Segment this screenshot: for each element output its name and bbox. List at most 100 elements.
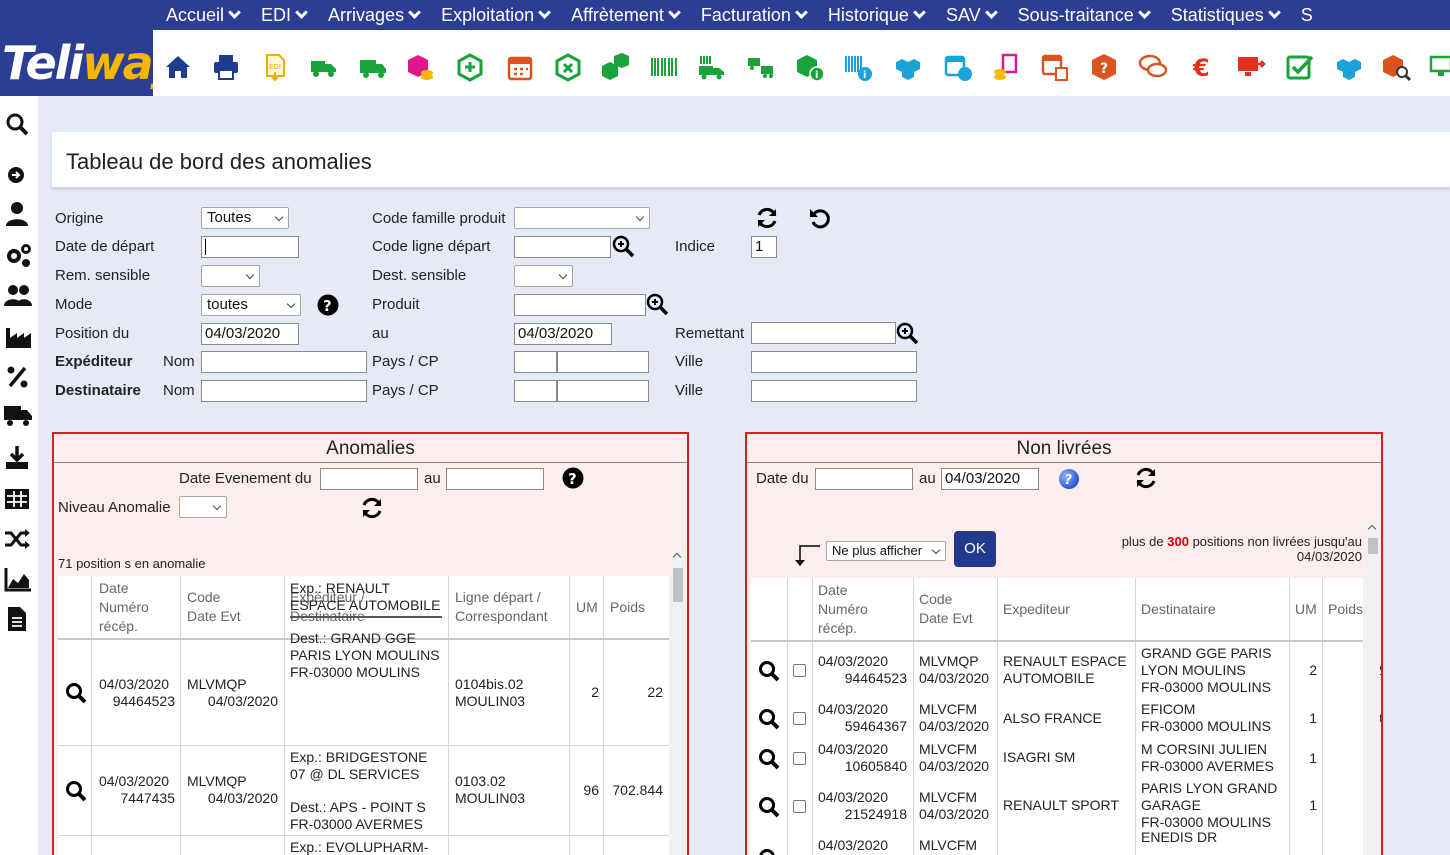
document-icon[interactable] [4, 606, 32, 632]
remettant-input[interactable] [751, 322, 896, 344]
menu-accueil[interactable]: Accueil [166, 0, 241, 30]
chat-icon[interactable] [1138, 52, 1168, 82]
teliway-logo[interactable]: Teli way [0, 30, 180, 96]
col-date-header[interactable]: Date Numéro récép. [99, 579, 149, 636]
exp-ville-input[interactable] [751, 351, 917, 373]
date-evenement-du-input[interactable] [320, 468, 418, 490]
box-question-icon[interactable]: ? [1089, 52, 1119, 82]
col-exp-header[interactable]: Expediteur [1003, 600, 1070, 619]
menu-facturation[interactable]: Facturation [701, 0, 808, 30]
factory-icon[interactable] [4, 324, 32, 350]
home-icon[interactable] [163, 52, 193, 82]
boxes-blue-icon[interactable] [893, 52, 923, 82]
help-icon[interactable]: ? [317, 294, 339, 316]
code-ligne-input[interactable] [514, 236, 611, 258]
table-icon[interactable] [4, 486, 32, 512]
truck-icon[interactable] [358, 52, 388, 82]
boxes-move-icon[interactable] [600, 52, 630, 82]
users-icon[interactable] [4, 282, 32, 308]
box-info-icon[interactable]: i [795, 52, 825, 82]
row-checkbox[interactable] [793, 800, 806, 813]
menu-arrivages[interactable]: Arrivages [328, 0, 421, 30]
row-checkbox[interactable] [793, 752, 806, 765]
exp-nom-input[interactable] [201, 351, 367, 373]
menu-edi[interactable]: EDI [261, 0, 308, 30]
truck-double-icon[interactable] [309, 52, 339, 82]
checkbox-icon[interactable] [1285, 52, 1315, 82]
monitor-icon[interactable] [1429, 52, 1450, 82]
gears-icon[interactable] [4, 242, 32, 268]
exp-cp-input[interactable] [557, 351, 649, 373]
help-icon[interactable]: ? [562, 467, 584, 489]
arrow-circle-icon[interactable] [4, 162, 32, 188]
trucks-icon[interactable] [746, 52, 776, 82]
download-icon[interactable] [4, 444, 32, 470]
euro-icon[interactable]: € [1187, 52, 1217, 82]
menu-historique[interactable]: Historique [828, 0, 926, 30]
monitor-arrow-icon[interactable] [1236, 52, 1266, 82]
col-dest-header[interactable]: Destinataire [1141, 600, 1216, 619]
calendar-icon[interactable] [505, 52, 535, 82]
edi-icon[interactable]: EDI [260, 52, 290, 82]
refresh-icon[interactable] [755, 206, 779, 230]
barcode-info-icon[interactable]: i [843, 52, 873, 82]
col-poids-header[interactable]: Poids [1328, 600, 1363, 619]
box-x-icon[interactable] [553, 52, 583, 82]
col-date-header[interactable]: Date Numéro récép. [818, 581, 868, 638]
search-icon[interactable] [4, 112, 32, 138]
col-ligne-header[interactable]: Ligne départ / Correspondant [455, 588, 548, 626]
dest-cp-input[interactable] [557, 380, 649, 402]
zoom-search-icon[interactable] [612, 235, 636, 259]
zoom-search-icon[interactable] [646, 293, 670, 317]
col-code-header[interactable]: Code Date Evt [919, 590, 973, 628]
row-checkbox[interactable] [793, 664, 806, 677]
col-um-header[interactable]: UM [1295, 600, 1317, 619]
search-icon[interactable] [758, 748, 780, 770]
coins-doc-icon[interactable] [991, 52, 1021, 82]
search-icon[interactable] [758, 708, 780, 730]
search-icon[interactable] [65, 780, 87, 802]
menu-sav[interactable]: SAV [946, 0, 998, 30]
box-plus-icon[interactable] [455, 52, 485, 82]
col-code-header[interactable]: Code Date Evt [187, 588, 241, 626]
indice-input[interactable]: 1 [751, 236, 777, 258]
menu-sous-traitance[interactable]: Sous-traitance [1018, 0, 1151, 30]
percent-icon[interactable] [4, 364, 32, 390]
box-search-icon[interactable] [1381, 52, 1411, 82]
truck-icon[interactable] [4, 402, 32, 428]
dest-nom-input[interactable] [201, 380, 367, 402]
code-famille-select[interactable] [514, 207, 650, 229]
truck-barcode-icon[interactable] [697, 52, 727, 82]
exp-pays-input[interactable] [514, 351, 557, 373]
row-checkbox[interactable] [793, 712, 806, 725]
dest-sensible-select[interactable] [514, 265, 573, 287]
au-input[interactable]: 04/03/2020 [514, 323, 612, 345]
area-chart-icon[interactable] [4, 566, 32, 592]
non-livrees-scrollbar[interactable] [1366, 522, 1380, 855]
user-icon[interactable] [4, 200, 32, 226]
scroll-up-icon[interactable] [672, 552, 682, 562]
refresh-icon[interactable] [1134, 466, 1158, 490]
position-du-input[interactable]: 04/03/2020 [201, 323, 299, 345]
menu-affretement[interactable]: Affrètement [571, 0, 681, 30]
help-blue-icon[interactable]: ? [1058, 468, 1080, 490]
bulk-action-select[interactable]: Ne plus afficher [826, 541, 946, 561]
date-evenement-au-input[interactable] [446, 468, 544, 490]
search-icon[interactable] [758, 660, 780, 682]
mode-select[interactable]: toutes [201, 294, 301, 316]
rem-sensible-select[interactable] [201, 265, 260, 287]
scroll-up-icon[interactable] [1367, 524, 1377, 534]
print-icon[interactable] [211, 52, 241, 82]
random-icon[interactable] [4, 526, 32, 552]
calendar-blue-icon[interactable] [943, 52, 973, 82]
anomalies-scrollbar[interactable] [671, 550, 685, 855]
date-du-input[interactable] [815, 468, 913, 490]
col-poids-header[interactable]: Poids [610, 598, 645, 617]
produit-input[interactable] [514, 294, 646, 316]
search-icon[interactable] [758, 848, 780, 855]
date-depart-input[interactable] [201, 236, 299, 258]
col-um-header[interactable]: UM [576, 598, 598, 617]
box-coins-icon[interactable] [405, 52, 435, 82]
boxes-teal-icon[interactable] [1334, 52, 1364, 82]
dest-ville-input[interactable] [751, 380, 917, 402]
